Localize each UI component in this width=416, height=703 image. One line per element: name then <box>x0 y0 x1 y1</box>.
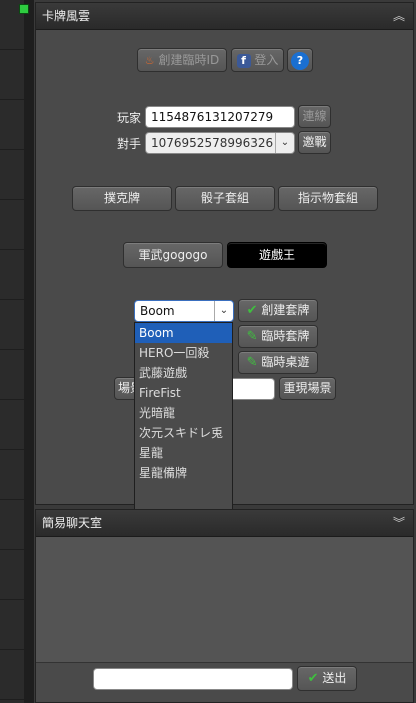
replay-scene-label: 重現場景 <box>283 381 332 395</box>
send-button[interactable]: ✔ 送出 <box>297 666 357 691</box>
opponent-value: 1076952578996326 <box>151 136 274 150</box>
temp-deck-label: 臨時套牌 <box>261 329 310 343</box>
create-temp-id-button[interactable]: ♨ 創建臨時ID <box>137 48 227 72</box>
login-label: 登入 <box>254 53 279 67</box>
tab-poker-label: 撲克牌 <box>103 191 140 205</box>
tab-military-gogogo[interactable]: 軍武gogogo <box>123 242 223 268</box>
challenge-label: 邀戰 <box>302 135 327 149</box>
list-item[interactable]: HERO一回殺 <box>135 343 232 363</box>
pencil-icon: ✎ <box>246 329 258 344</box>
tab-dice-set[interactable]: 骰子套組 <box>175 186 275 211</box>
chevrons-down-icon[interactable]: ︾ <box>393 510 405 536</box>
card-panel-title: 卡牌風雲 <box>42 9 91 23</box>
chevrons-up-icon[interactable]: ︽ <box>393 3 405 29</box>
deck-select-value: Boom <box>140 304 175 318</box>
help-icon: ? <box>291 51 309 70</box>
card-panel-header[interactable]: 卡牌風雲 ︽ <box>36 3 413 30</box>
check-icon: ✔ <box>246 303 258 318</box>
chevron-down-icon: ⌄ <box>275 133 294 153</box>
check-icon: ✔ <box>307 671 319 686</box>
player-id-value: 1154876131207279 <box>151 110 274 124</box>
connect-label: 連線 <box>302 109 327 123</box>
left-grid-strip <box>0 0 34 703</box>
temp-table-button[interactable]: ✎ 臨時桌遊 <box>238 351 318 374</box>
connect-button[interactable]: 連線 <box>298 105 331 128</box>
tab-marker-set[interactable]: 指示物套組 <box>278 186 378 211</box>
facebook-icon: f <box>236 53 251 68</box>
chat-message-input[interactable] <box>93 668 293 690</box>
chat-message-area <box>36 537 413 663</box>
deck-select[interactable]: Boom ⌄ <box>134 300 234 322</box>
fire-icon: ♨ <box>144 53 155 67</box>
deck-dropdown-list[interactable]: Boom HERO一回殺 武藤遊戲 FireFist 光暗龍 次元スキドレ兎 星… <box>134 322 233 522</box>
chat-panel-title: 簡易聊天室 <box>42 516 103 530</box>
tab-yugioh-label: 遊戲王 <box>258 248 295 262</box>
list-item[interactable]: 星龍 <box>135 443 232 463</box>
challenge-button[interactable]: 邀戰 <box>298 131 331 154</box>
opponent-select[interactable]: 1076952578996326 ⌄ <box>145 132 295 154</box>
player-label: 玩家 <box>117 111 142 125</box>
player-id-field[interactable]: 1154876131207279 <box>145 106 295 128</box>
status-indicator <box>19 4 29 14</box>
list-item[interactable]: 光暗龍 <box>135 403 232 423</box>
create-deck-button[interactable]: ✔ 創建套牌 <box>238 299 318 322</box>
list-item[interactable]: Boom <box>135 323 232 343</box>
list-item[interactable]: 武藤遊戲 <box>135 363 232 383</box>
tab-dice-set-label: 骰子套組 <box>200 191 249 205</box>
replay-scene-button[interactable]: 重現場景 <box>279 377 336 400</box>
chevron-down-icon: ⌄ <box>214 301 233 321</box>
chat-panel-header[interactable]: 簡易聊天室 ︾ <box>36 510 413 537</box>
tab-yugioh[interactable]: 遊戲王 <box>227 242 327 268</box>
facebook-login-button[interactable]: f 登入 <box>231 48 284 72</box>
list-item[interactable]: FireFist <box>135 383 232 403</box>
list-item[interactable]: 星龍備牌 <box>135 463 232 483</box>
opponent-label: 對手 <box>117 137 142 151</box>
help-button[interactable]: ? <box>287 48 313 72</box>
send-label: 送出 <box>322 671 347 685</box>
temp-deck-button[interactable]: ✎ 臨時套牌 <box>238 325 318 348</box>
temp-table-label: 臨時桌遊 <box>261 355 310 369</box>
tab-marker-set-label: 指示物套組 <box>297 191 358 205</box>
tab-poker[interactable]: 撲克牌 <box>72 186 172 211</box>
pencil-icon: ✎ <box>246 355 258 370</box>
create-deck-label: 創建套牌 <box>261 303 310 317</box>
tab-military-gogogo-label: 軍武gogogo <box>138 248 208 262</box>
create-temp-id-label: 創建臨時ID <box>158 53 220 67</box>
list-item[interactable]: 次元スキドレ兎 <box>135 423 232 443</box>
